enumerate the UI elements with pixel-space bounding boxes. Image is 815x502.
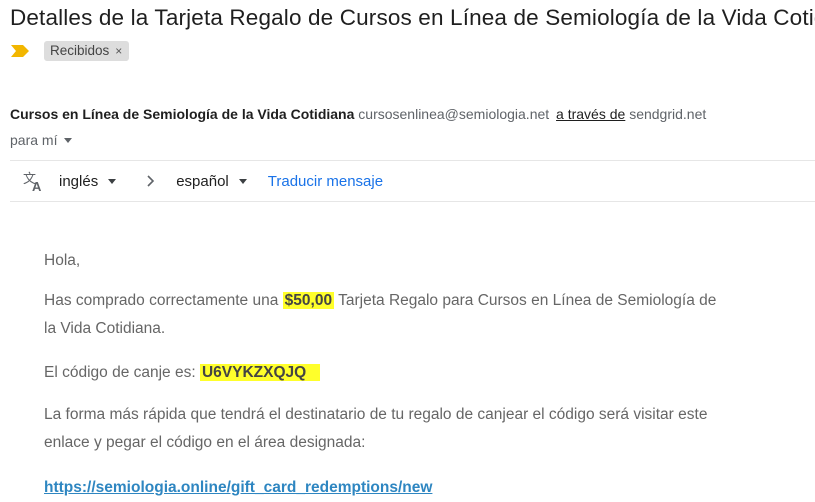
redeem-link-line: https://semiologia.online/gift_card_rede… [44,474,724,502]
translate-icon: 文 A [22,169,46,194]
redemption-code-line: El código de canje es: U6VYKZXQJQ [44,359,724,387]
greeting: Hola, [44,252,81,269]
via-link[interactable]: a través de [556,106,625,122]
importance-marker-icon[interactable] [10,44,30,58]
code-label: El código de canje es: [44,364,196,381]
target-language-dropdown[interactable]: español [176,173,247,190]
source-language-label: inglés [59,172,99,190]
chevron-down-icon [64,137,73,143]
chevron-right-icon [146,174,156,188]
svg-text:A: A [32,179,42,193]
sender-row: Cursos en Línea de Semiología de la Vida… [10,104,706,124]
target-language-label: español [176,172,229,190]
remove-label-icon[interactable]: × [115,41,122,61]
chevron-down-icon [108,178,117,184]
chevron-down-icon [238,178,247,184]
label-row: Recibidos × [10,40,130,62]
recipient-text: para mí [10,132,58,148]
recipient-dropdown[interactable]: para mí [10,130,73,150]
purchase-paragraph: Has comprado correctamente una $50,00 Ta… [44,287,724,343]
purchase-text-start: Has comprado correctamente una [44,292,279,309]
redemption-code: U6VYKZXQJQ [199,364,321,381]
label-chip-text: Recibidos [50,43,110,58]
translate-message-link[interactable]: Traducir mensaje [268,173,383,190]
email-subject: Detalles de la Tarjeta Regalo de Cursos … [10,5,815,30]
sender-name[interactable]: Cursos en Línea de Semiología de la Vida… [10,106,354,122]
sender-email: cursosenlinea@semiologia.net [358,106,550,122]
label-chip-inbox[interactable]: Recibidos × [44,41,130,61]
redeem-link[interactable]: https://semiologia.online/gift_card_rede… [44,479,432,496]
via-domain: sendgrid.net [629,106,707,122]
translate-bar: 文 A inglés español Traducir mensaje [10,160,815,202]
instructions-paragraph: La forma más rápida que tendrá el destin… [44,406,708,451]
gift-amount: $50,00 [282,292,335,309]
source-language-dropdown[interactable]: inglés [59,172,117,190]
